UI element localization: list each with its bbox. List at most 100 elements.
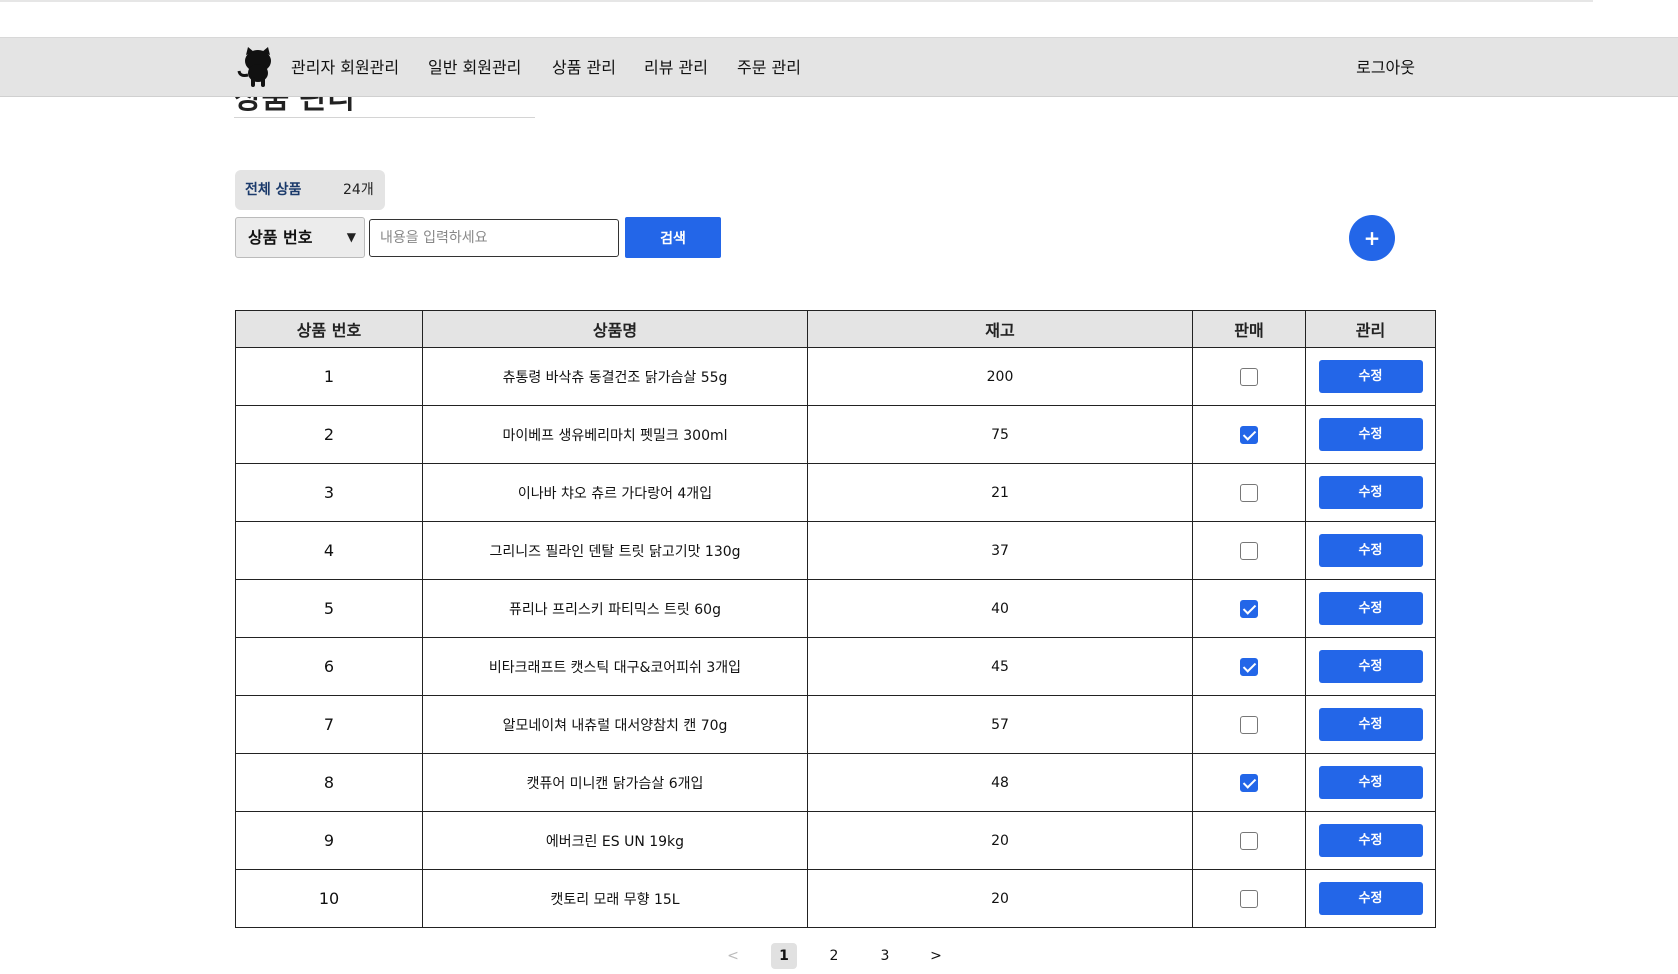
edit-button[interactable]: 수정 <box>1318 882 1423 915</box>
nav-product-management[interactable]: 상품 관리 <box>552 38 616 98</box>
add-product-button[interactable]: + <box>1349 215 1395 261</box>
cell-product-id: 2 <box>235 405 423 464</box>
nav-review-management[interactable]: 리뷰 관리 <box>644 38 708 98</box>
on-sale-checkbox[interactable] <box>1240 367 1258 386</box>
edit-button[interactable]: 수정 <box>1318 418 1423 451</box>
cell-on-sale <box>1192 347 1306 406</box>
cell-product-name: 이나바 챠오 츄르 가다랑어 4개입 <box>422 463 808 522</box>
cell-product-id: 6 <box>235 637 423 696</box>
table-row: 7 알모네이쳐 내츄럴 대서양참치 캔 70g 57 수정 <box>235 695 1436 754</box>
header-product-id: 상품 번호 <box>235 310 423 348</box>
product-count-label: 전체 상품 <box>245 182 302 198</box>
search-field-select[interactable]: 상품 번호 ▼ <box>235 217 365 258</box>
table-row: 4 그리니즈 필라인 덴탈 트릿 닭고기맛 130g 37 수정 <box>235 521 1436 580</box>
cell-stock: 37 <box>807 521 1193 580</box>
edit-button[interactable]: 수정 <box>1318 534 1423 567</box>
on-sale-checkbox[interactable] <box>1240 831 1258 850</box>
cell-stock: 40 <box>807 579 1193 638</box>
table-row: 9 에버크린 ES UN 19kg 20 수정 <box>235 811 1436 870</box>
cell-product-name: 비타크래프트 캣스틱 대구&코어피쉬 3개입 <box>422 637 808 696</box>
cell-stock: 57 <box>807 695 1193 754</box>
table-row: 5 퓨리나 프리스키 파티믹스 트릿 60g 40 수정 <box>235 579 1436 638</box>
cell-manage: 수정 <box>1305 405 1436 464</box>
cell-product-id: 5 <box>235 579 423 638</box>
table-row: 2 마이베프 생유베리마치 펫밀크 300ml 75 수정 <box>235 405 1436 464</box>
nav-order-management[interactable]: 주문 관리 <box>737 38 801 98</box>
product-count-badge: 전체 상품 24개 <box>235 170 385 210</box>
table-row: 1 츄통령 바삭츄 동결건조 닭가슴살 55g 200 수정 <box>235 347 1436 406</box>
cell-product-name: 캣토리 모래 무향 15L <box>422 869 808 928</box>
edit-button[interactable]: 수정 <box>1318 766 1423 799</box>
edit-button[interactable]: 수정 <box>1318 476 1423 509</box>
cell-stock: 20 <box>807 811 1193 870</box>
header-stock: 재고 <box>807 310 1193 348</box>
cell-product-id: 9 <box>235 811 423 870</box>
cell-manage: 수정 <box>1305 637 1436 696</box>
cell-manage: 수정 <box>1305 463 1436 522</box>
cell-manage: 수정 <box>1305 695 1436 754</box>
cell-product-id: 4 <box>235 521 423 580</box>
cell-stock: 45 <box>807 637 1193 696</box>
edit-button[interactable]: 수정 <box>1318 708 1423 741</box>
edit-button[interactable]: 수정 <box>1318 360 1423 393</box>
cell-manage: 수정 <box>1305 579 1436 638</box>
table-row: 10 캣토리 모래 무향 15L 20 수정 <box>235 869 1436 928</box>
on-sale-checkbox[interactable] <box>1240 715 1258 734</box>
pagination: < 1 2 3 > <box>0 943 1678 969</box>
cell-on-sale <box>1192 811 1306 870</box>
cell-product-name: 츄통령 바삭츄 동결건조 닭가슴살 55g <box>422 347 808 406</box>
header-on-sale: 판매 <box>1192 310 1306 348</box>
cell-product-id: 7 <box>235 695 423 754</box>
nav-general-members[interactable]: 일반 회원관리 <box>428 38 521 98</box>
search-button[interactable]: 검색 <box>625 217 721 258</box>
table-row: 8 캣퓨어 미니캔 닭가슴살 6개입 48 수정 <box>235 753 1436 812</box>
search-field-selected: 상품 번호 <box>248 228 313 247</box>
cell-manage: 수정 <box>1305 347 1436 406</box>
cell-manage: 수정 <box>1305 869 1436 928</box>
on-sale-checkbox[interactable] <box>1240 599 1258 618</box>
cell-product-name: 알모네이쳐 내츄럴 대서양참치 캔 70g <box>422 695 808 754</box>
cell-product-id: 1 <box>235 347 423 406</box>
nav-admin-members[interactable]: 관리자 회원관리 <box>291 38 399 98</box>
edit-button[interactable]: 수정 <box>1318 592 1423 625</box>
cell-product-id: 3 <box>235 463 423 522</box>
next-page-button[interactable]: > <box>923 943 949 969</box>
search-input[interactable] <box>369 219 619 257</box>
on-sale-checkbox[interactable] <box>1240 483 1258 502</box>
edit-button[interactable]: 수정 <box>1318 824 1423 857</box>
page-3-button[interactable]: 3 <box>872 943 898 969</box>
header-product-name: 상품명 <box>422 310 808 348</box>
table-row: 3 이나바 챠오 츄르 가다랑어 4개입 21 수정 <box>235 463 1436 522</box>
product-count-value: 24개 <box>343 182 374 198</box>
cell-on-sale <box>1192 463 1306 522</box>
chevron-down-icon: ▼ <box>346 230 356 244</box>
github-octocat-icon[interactable] <box>236 47 280 89</box>
on-sale-checkbox[interactable] <box>1240 541 1258 560</box>
cell-on-sale <box>1192 869 1306 928</box>
cell-on-sale <box>1192 637 1306 696</box>
cell-stock: 21 <box>807 463 1193 522</box>
on-sale-checkbox[interactable] <box>1240 889 1258 908</box>
prev-page-button[interactable]: < <box>720 943 746 969</box>
cell-product-name: 마이베프 생유베리마치 펫밀크 300ml <box>422 405 808 464</box>
cell-product-name: 그리니즈 필라인 덴탈 트릿 닭고기맛 130g <box>422 521 808 580</box>
cell-product-id: 10 <box>235 869 423 928</box>
cell-product-name: 캣퓨어 미니캔 닭가슴살 6개입 <box>422 753 808 812</box>
page-1-button[interactable]: 1 <box>771 943 797 969</box>
cell-stock: 200 <box>807 347 1193 406</box>
top-navbar: 관리자 회원관리 일반 회원관리 상품 관리 리뷰 관리 주문 관리 로그아웃 <box>0 37 1678 97</box>
cell-stock: 75 <box>807 405 1193 464</box>
cell-manage: 수정 <box>1305 753 1436 812</box>
logout-link[interactable]: 로그아웃 <box>1356 38 1415 98</box>
header-manage: 관리 <box>1305 310 1436 348</box>
cell-product-name: 퓨리나 프리스키 파티믹스 트릿 60g <box>422 579 808 638</box>
on-sale-checkbox[interactable] <box>1240 425 1258 444</box>
edit-button[interactable]: 수정 <box>1318 650 1423 683</box>
browser-top-strip <box>0 0 1593 2</box>
cell-stock: 20 <box>807 869 1193 928</box>
cell-manage: 수정 <box>1305 521 1436 580</box>
on-sale-checkbox[interactable] <box>1240 657 1258 676</box>
cell-stock: 48 <box>807 753 1193 812</box>
page-2-button[interactable]: 2 <box>821 943 847 969</box>
on-sale-checkbox[interactable] <box>1240 773 1258 792</box>
